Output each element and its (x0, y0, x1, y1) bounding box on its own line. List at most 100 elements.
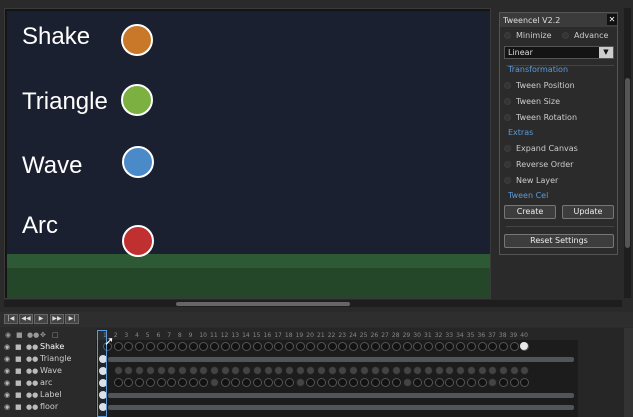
cel[interactable] (284, 366, 294, 375)
lock-icon[interactable]: ■ (15, 355, 22, 363)
cel[interactable] (252, 342, 262, 351)
scroll-thumb[interactable] (625, 78, 630, 248)
cel[interactable] (424, 342, 433, 351)
cel[interactable] (263, 378, 273, 387)
cel[interactable] (210, 378, 219, 387)
link-icon[interactable]: ●● (26, 379, 38, 387)
cel[interactable] (156, 366, 166, 375)
tween-position-option[interactable]: Tween Position (504, 79, 575, 91)
layer-row[interactable]: ◉ ■ ●● Label (0, 389, 96, 401)
cel[interactable] (402, 366, 412, 375)
cel[interactable] (434, 378, 444, 387)
layer-icon[interactable]: □ (52, 331, 59, 339)
frame-number[interactable]: 28 (392, 332, 400, 339)
eye-icon[interactable]: ◉ (4, 343, 10, 351)
cel[interactable] (434, 342, 444, 351)
frame-number[interactable]: 40 (520, 332, 528, 339)
cel[interactable] (284, 342, 294, 351)
frame-number[interactable]: 6 (157, 332, 161, 339)
cel[interactable] (156, 378, 166, 387)
frame-number[interactable]: 16 (264, 332, 272, 339)
frame-number[interactable]: 17 (274, 332, 282, 339)
cel[interactable] (210, 342, 219, 351)
cel[interactable] (188, 342, 198, 351)
frame-number[interactable]: 31 (424, 332, 432, 339)
link-icon[interactable]: ●● (26, 391, 38, 399)
update-button[interactable]: Update (562, 205, 614, 219)
cel[interactable] (466, 378, 476, 387)
frame-number[interactable]: 37 (488, 332, 496, 339)
link-icon[interactable]: ●● (26, 403, 38, 411)
cel[interactable] (220, 378, 230, 387)
cel[interactable] (498, 342, 508, 351)
lock-icon[interactable]: ■ (15, 403, 22, 411)
minimize-option[interactable]: Minimize (504, 29, 552, 41)
cel[interactable] (327, 378, 337, 387)
cel[interactable] (252, 378, 262, 387)
frame-number[interactable]: 32 (435, 332, 443, 339)
canvas-horizontal-scrollbar[interactable] (4, 300, 622, 307)
cel[interactable] (113, 378, 123, 387)
cel[interactable] (145, 366, 155, 375)
cel[interactable] (509, 342, 519, 351)
cel[interactable] (177, 378, 187, 387)
layer-row[interactable]: ◉ ■ ●● floor (0, 401, 96, 413)
lock-icon[interactable]: ■ (15, 343, 22, 351)
frame-number[interactable]: 20 (306, 332, 314, 339)
frame-number[interactable]: 4 (135, 332, 139, 339)
frame-number[interactable]: 25 (360, 332, 368, 339)
frame-number[interactable]: 38 (499, 332, 507, 339)
frame-number[interactable]: 8 (178, 332, 182, 339)
cel[interactable] (327, 366, 337, 375)
frame-number[interactable]: 29 (403, 332, 411, 339)
eye-icon[interactable]: ◉ (4, 391, 10, 399)
reset-settings-button[interactable]: Reset Settings (504, 234, 614, 248)
previous-frame-button[interactable]: ◀◀ (19, 314, 33, 324)
frame-number[interactable]: 5 (146, 332, 150, 339)
cel[interactable] (359, 342, 369, 351)
frame-number[interactable]: 9 (189, 332, 193, 339)
cel[interactable] (402, 378, 412, 387)
frame-number[interactable]: 34 (456, 332, 464, 339)
link-icon[interactable]: ●● (26, 367, 38, 375)
cel[interactable] (477, 342, 487, 351)
cel[interactable] (424, 366, 433, 375)
frame-number[interactable]: 18 (285, 332, 293, 339)
frame-number[interactable]: 7 (167, 332, 171, 339)
frame-number[interactable]: 33 (445, 332, 453, 339)
tween-size-option[interactable]: Tween Size (504, 95, 560, 107)
frame-number[interactable]: 22 (328, 332, 336, 339)
frame-number[interactable]: 39 (510, 332, 518, 339)
cel[interactable] (156, 342, 166, 351)
cel[interactable] (370, 378, 380, 387)
cel[interactable] (295, 378, 305, 387)
easing-select[interactable]: Linear ▼ (504, 46, 614, 59)
link-icon[interactable]: ●● (26, 343, 38, 351)
eye-icon[interactable]: ◉ (4, 355, 10, 363)
cel[interactable] (402, 342, 412, 351)
cel[interactable] (263, 366, 273, 375)
frame-number[interactable]: 23 (338, 332, 346, 339)
drawing-canvas[interactable]: Shake Triangle Wave Arc (7, 11, 490, 298)
close-icon[interactable]: ✕ (607, 14, 617, 25)
layer-row[interactable]: ◉ ■ ●● arc (0, 377, 96, 389)
frame-number[interactable]: 10 (199, 332, 207, 339)
cel[interactable] (295, 366, 305, 375)
canvas-vertical-scrollbar[interactable] (624, 8, 631, 298)
cel[interactable] (391, 378, 401, 387)
cel[interactable] (295, 342, 305, 351)
lock-icon[interactable]: ■ (15, 379, 22, 387)
advance-option[interactable]: Advance (562, 29, 608, 41)
cel[interactable] (317, 342, 326, 351)
link-icon[interactable]: ●● (27, 331, 39, 339)
frame-number[interactable]: 26 (371, 332, 379, 339)
eye-icon[interactable]: ◉ (4, 379, 10, 387)
frame-number[interactable]: 19 (296, 332, 304, 339)
cel[interactable] (391, 342, 401, 351)
cel[interactable] (477, 378, 487, 387)
frame-number[interactable]: 24 (349, 332, 357, 339)
layer-row[interactable]: ◉ ■ ●● Shake (0, 341, 96, 353)
eye-icon[interactable]: ◉ (4, 367, 10, 375)
cel[interactable] (177, 342, 187, 351)
cel[interactable] (113, 366, 123, 375)
